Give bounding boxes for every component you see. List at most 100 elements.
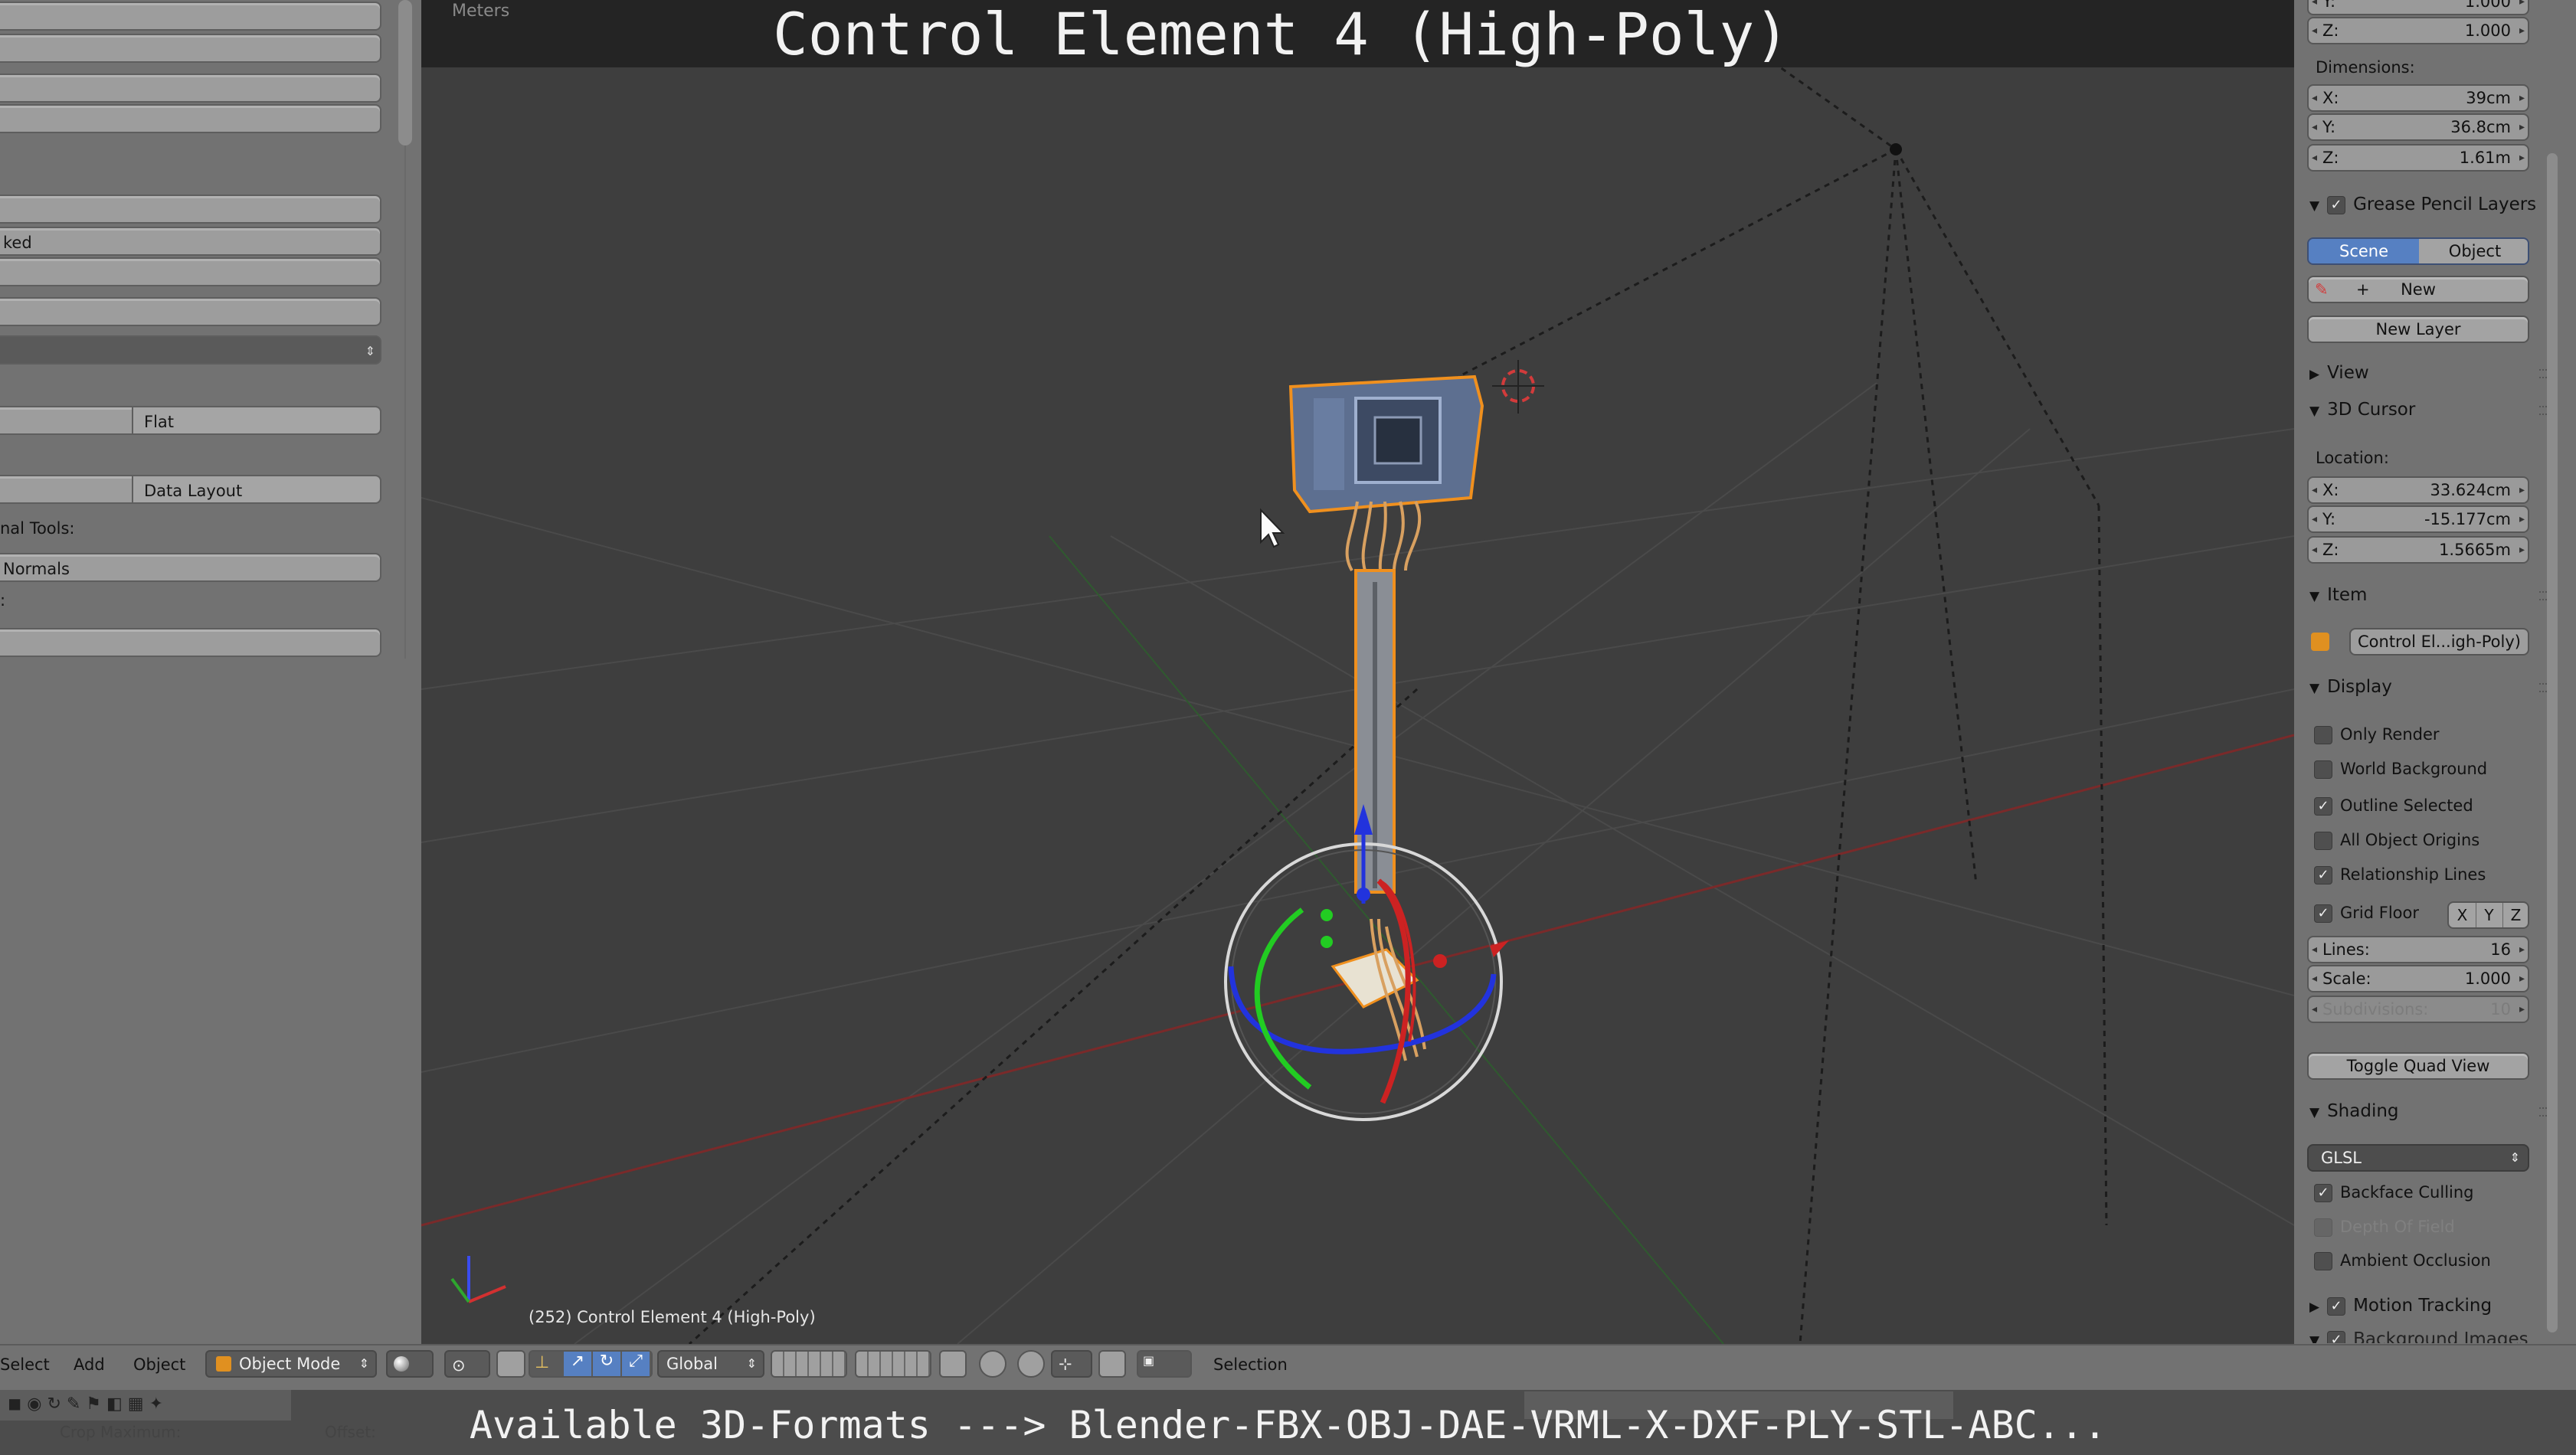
dimension-y-field[interactable]: ◂ Y: 36.8cm ▸ [2307,113,2529,141]
object-mode-dropdown[interactable]: Object Mode ⇕ [205,1350,377,1378]
tab-object[interactable]: Object [2419,239,2528,263]
layer-buttons-1[interactable] [771,1350,847,1378]
scale-y-field[interactable]: ◂ Y: 1.000 ▸ [2307,0,2529,15]
only-origins-toggle[interactable] [496,1350,525,1378]
checkbox-box[interactable] [2314,726,2332,744]
tool-field[interactable] [0,628,381,657]
grid-scale-field[interactable]: ◂ Scale: 1.000 ▸ [2307,965,2529,992]
data-layout-field[interactable]: Data Layout [0,475,381,504]
grid-axis-x-toggle[interactable]: X [2449,903,2476,927]
tool-field[interactable] [0,34,381,63]
tool-dropdown[interactable]: ⇕ [0,335,381,365]
display-panel-header[interactable]: ▼ Display [2309,677,2553,697]
snap-element-dropdown[interactable]: ⊹ [1051,1350,1092,1378]
snap-icon[interactable] [1017,1350,1045,1378]
shading-sphere-icon [394,1356,409,1372]
locked-label: ked [3,234,32,252]
scrollbar-thumb[interactable] [398,0,412,146]
world-background-checkbox[interactable]: World Background [2314,760,2487,779]
checkbox-box[interactable] [2314,1252,2332,1270]
item-panel-header[interactable]: ▼ Item [2309,585,2553,605]
properties-panel: ◂ Y: 1.000 ▸ ◂ Z: 1.000 ▸ Dimensions: ◂ X: 39cm ▸… [2294,0,2576,1344]
properties-scrollbar[interactable] [2547,153,2558,1332]
tool-field[interactable] [0,257,381,286]
locked-field[interactable]: ked [0,227,381,256]
grid-axis-y-toggle[interactable]: Y [2476,903,2503,927]
background-images-panel-header[interactable]: ▼ ✓ Background Images [2309,1329,2529,1343]
shading-flat-button[interactable]: Flat [132,406,381,435]
translate-icon[interactable]: ↗ [564,1352,591,1376]
relationship-lines-checkbox[interactable]: ✓ Relationship Lines [2314,865,2486,884]
dimension-x-field[interactable]: ◂ X: 39cm ▸ [2307,84,2529,112]
grid-lines-field[interactable]: ◂ Lines: 16 ▸ [2307,936,2529,963]
tool-field[interactable] [0,195,381,224]
pivot-point-dropdown[interactable]: ⊙ [444,1350,490,1378]
shading-panel-header[interactable]: ▼ Shading [2309,1101,2553,1121]
new-grease-pencil-button[interactable]: ✎ + New [2307,276,2529,303]
tool-field[interactable] [0,104,381,133]
expanded-icon: ▼ [2309,404,2320,419]
check-icon[interactable]: ✓ [2327,1296,2346,1316]
tool-field[interactable] [0,74,381,103]
check-icon[interactable]: ✓ [2314,1184,2332,1202]
data-layout-button[interactable]: Data Layout [132,475,381,504]
motion-tracking-panel-header[interactable]: ▶ ✓ Motion Tracking [2309,1296,2492,1316]
checkbox-box[interactable] [2314,760,2332,779]
view-panel-header[interactable]: ▶ View [2309,363,2553,383]
object-mode-icon [216,1356,231,1372]
only-render-checkbox[interactable]: Only Render [2314,725,2440,744]
3d-viewport[interactable]: Control Element 4 (High-Poly) Meters (25… [421,0,2294,1344]
cursor-z-field[interactable]: ◂ Z: 1.5665m ▸ [2307,536,2529,564]
snap-align-icon[interactable] [1098,1350,1126,1378]
cursor-y-field[interactable]: ◂ Y: -15.177cm ▸ [2307,505,2529,533]
colon-label: : [0,591,6,610]
menu-add[interactable]: Add [74,1355,105,1374]
layer-buttons-2[interactable] [855,1350,931,1378]
check-icon[interactable]: ✓ [2314,866,2332,884]
lamp-point[interactable] [1890,143,1902,155]
tool-field[interactable] [0,2,381,31]
checkbox-box[interactable] [2314,832,2332,850]
snap-target-icon: ⊹ [1059,1355,1072,1373]
transform-orientation-dropdown[interactable]: Global ⇕ [657,1350,764,1378]
check-icon[interactable]: ✓ [2314,904,2332,923]
tab-scene[interactable]: Scene [2309,239,2419,263]
new-layer-button[interactable]: New Layer [2307,316,2529,343]
grid-floor-checkbox[interactable]: ✓ Grid Floor [2314,904,2419,923]
normals-button[interactable]: Normals [0,553,381,582]
grease-pencil-checkbox[interactable]: ✓ [2327,195,2346,214]
units-label: Meters [452,2,510,21]
scale-icon[interactable]: ⤢ [622,1352,650,1376]
dimension-z-field[interactable]: ◂ Z: 1.61m ▸ [2307,144,2529,172]
toggle-quad-view-button[interactable]: Toggle Quad View [2307,1052,2529,1080]
selection-label: Selection [1213,1355,1288,1374]
grid-axis-z-toggle[interactable]: Z [2502,903,2528,927]
control-element-model[interactable] [1288,374,1484,1061]
lock-camera-icon[interactable] [939,1350,967,1378]
menu-select[interactable]: Select [0,1355,50,1374]
tool-field[interactable] [0,297,381,326]
updown-icon: ⇕ [746,1356,757,1371]
check-icon[interactable]: ✓ [2327,1330,2346,1343]
viewport-shading-dropdown[interactable] [386,1350,434,1378]
pencil-icon: ✎ [2315,280,2329,299]
proportional-edit-icon[interactable] [979,1350,1007,1378]
viewport-scene [421,0,2294,1344]
outline-selected-checkbox[interactable]: ✓ Outline Selected [2314,796,2473,816]
scale-z-field[interactable]: ◂ Z: 1.000 ▸ [2307,17,2529,44]
item-name-field[interactable]: Control El...igh-Poly) [2349,628,2529,656]
cursor-x-field[interactable]: ◂ X: 33.624cm ▸ [2307,476,2529,504]
ambient-occlusion-checkbox[interactable]: Ambient Occlusion [2314,1251,2491,1270]
all-object-origins-checkbox[interactable]: All Object Origins [2314,831,2479,850]
3d-cursor-panel-header[interactable]: ▼ 3D Cursor [2309,400,2553,420]
check-icon[interactable]: ✓ [2314,797,2332,816]
manipulator-icon[interactable]: ⊥ [535,1353,549,1372]
shading-mode-dropdown[interactable]: GLSL ⇕ [2307,1144,2529,1172]
backface-culling-checkbox[interactable]: ✓ Backface Culling [2314,1183,2474,1202]
menu-object[interactable]: Object [133,1355,185,1374]
grid-subdivisions-field: ◂ Subdivisions: 10 ▸ [2307,996,2529,1023]
shading-field[interactable]: Flat [0,406,381,435]
rotate-icon[interactable]: ↻ [593,1352,620,1376]
grease-pencil-panel-header[interactable]: ▼ ✓ Grease Pencil Layers [2309,195,2536,214]
render-buttons[interactable]: ▣ [1137,1350,1192,1378]
